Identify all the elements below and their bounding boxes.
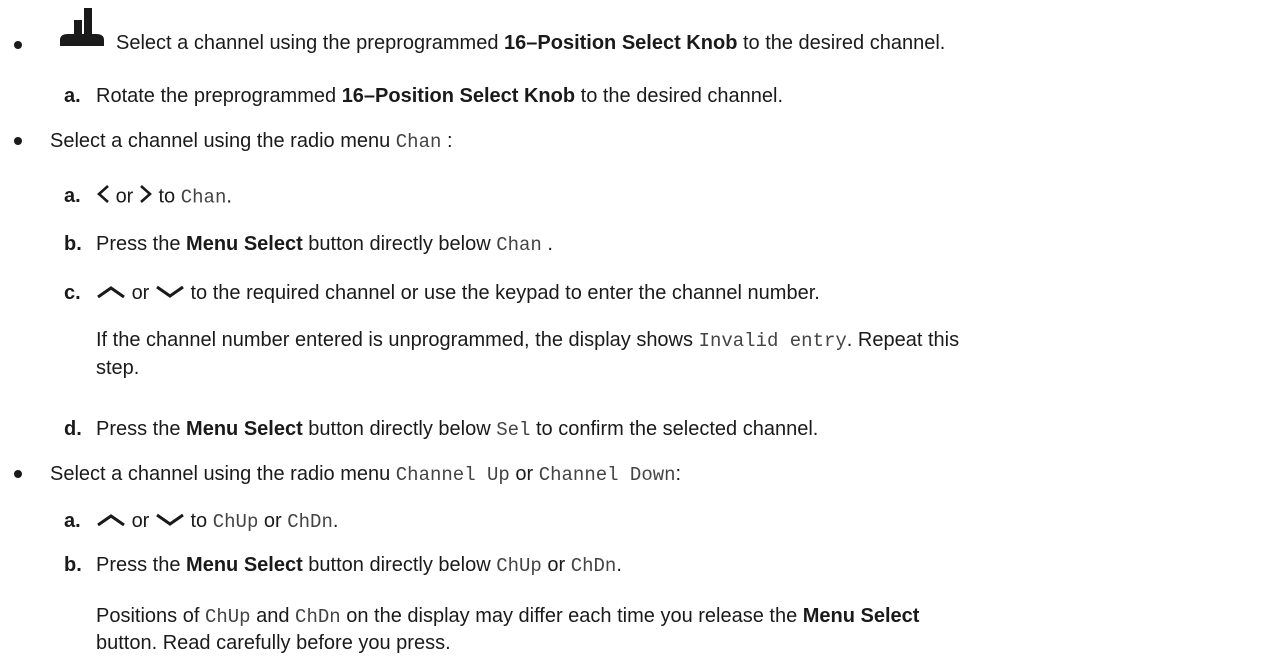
step-letter: a. — [64, 85, 81, 107]
step-1a-text: Rotate the preprogrammed 16–Position Sel… — [96, 85, 783, 107]
bullet-dot — [14, 137, 22, 145]
down-arrow-icon — [155, 510, 185, 534]
step-letter: a. — [64, 185, 81, 207]
step-3b-note: Positions of ChUp and ChDn on the displa… — [96, 605, 920, 628]
dedicated-knob-icon — [58, 6, 106, 54]
right-arrow-icon — [139, 184, 153, 210]
step-letter: b. — [64, 233, 82, 255]
step-2d-text: Press the Menu Select button directly be… — [96, 418, 819, 441]
left-arrow-icon — [96, 184, 110, 210]
step-3a-text: or to ChUp or ChDn. — [96, 509, 338, 534]
step-2a-text: or to Chan. — [96, 184, 232, 210]
step-2b-text: Press the Menu Select button directly be… — [96, 233, 553, 256]
step-2c-note-cont: step. — [96, 357, 140, 379]
step-letter: b. — [64, 554, 82, 576]
step-3b-note-cont: button. Read carefully before you press. — [96, 632, 451, 654]
bullet-2-text: Select a channel using the radio menu Ch… — [50, 130, 453, 153]
bullet-dot — [14, 41, 22, 49]
step-letter: d. — [64, 418, 82, 440]
bullet-3-text: Select a channel using the radio menu Ch… — [50, 463, 682, 486]
up-arrow-icon — [96, 510, 126, 534]
down-arrow-icon — [155, 282, 185, 306]
bullet-dot — [14, 470, 22, 478]
step-2c-note: If the channel number entered is unprogr… — [96, 329, 960, 352]
step-letter: a. — [64, 510, 81, 532]
up-arrow-icon — [96, 282, 126, 306]
step-2c-text: or to the required channel or use the ke… — [96, 281, 820, 306]
step-letter: c. — [64, 282, 81, 304]
bullet-1-text: Select a channel using the preprogrammed… — [116, 32, 946, 54]
step-3b-text: Press the Menu Select button directly be… — [96, 554, 622, 577]
